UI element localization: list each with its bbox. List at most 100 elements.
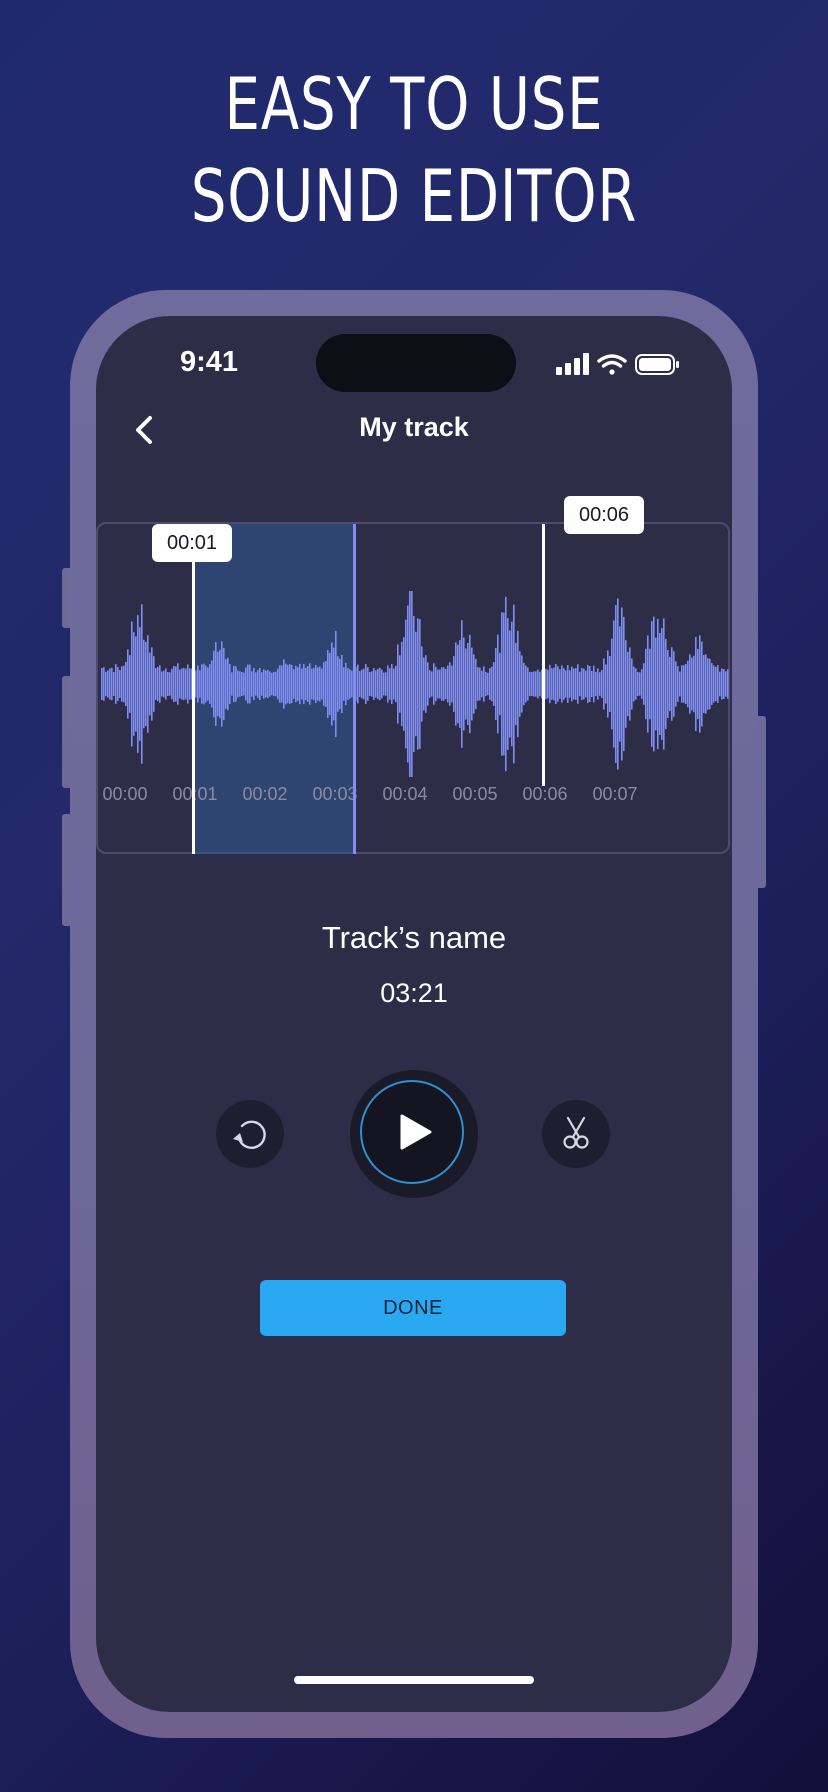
- wave-bar: [425, 655, 427, 713]
- wave-bar: [127, 649, 129, 719]
- wave-bar: [239, 671, 241, 697]
- headline-line-2: SOUND EDITOR: [190, 154, 638, 238]
- wave-bar: [595, 671, 597, 697]
- wave-bar: [487, 672, 489, 696]
- wave-bar: [403, 637, 405, 731]
- wave-bar: [463, 637, 465, 731]
- wave-bar: [205, 665, 207, 703]
- wave-bar: [417, 618, 419, 750]
- wave-bar: [563, 668, 565, 700]
- wave-bar: [423, 657, 425, 711]
- wave-bar: [179, 669, 181, 699]
- wave-bar: [427, 662, 429, 706]
- wave-bar: [715, 666, 717, 702]
- wave-bar: [437, 669, 439, 699]
- wave-bar: [575, 668, 577, 700]
- wave-bar: [115, 664, 117, 704]
- wave-bar: [665, 638, 667, 730]
- wave-bar: [481, 670, 483, 698]
- wave-bar: [465, 648, 467, 720]
- wave-bar: [569, 670, 571, 698]
- wave-bar: [173, 666, 175, 702]
- play-ring: [360, 1080, 464, 1184]
- wave-bar: [119, 670, 121, 698]
- cut-button[interactable]: [542, 1100, 610, 1168]
- wave-bar: [517, 630, 519, 738]
- wave-bar: [153, 656, 155, 712]
- timeline-label: 00:06: [522, 784, 567, 804]
- start-marker-line: [192, 554, 195, 854]
- battery-icon: [635, 354, 679, 375]
- play-button[interactable]: [350, 1070, 478, 1198]
- wave-bar: [279, 665, 281, 703]
- done-button[interactable]: DONE: [260, 1280, 566, 1336]
- wave-bar: [147, 635, 149, 733]
- wave-bar: [507, 618, 509, 750]
- wave-bar: [469, 634, 471, 734]
- wave-bar: [573, 668, 575, 700]
- wave-bar: [141, 604, 143, 764]
- wave-bar: [169, 672, 171, 696]
- wave-bar: [249, 664, 251, 704]
- wave-bar: [223, 648, 225, 720]
- start-marker-label[interactable]: 00:01: [152, 524, 232, 562]
- track-name: Track’s name: [321, 920, 507, 955]
- wave-bar: [441, 667, 443, 701]
- wave-bar: [181, 668, 183, 700]
- wave-bar: [359, 671, 361, 697]
- wave-bar: [443, 667, 445, 701]
- wave-bar: [247, 664, 249, 704]
- wave-bar: [657, 618, 659, 750]
- wave-bar: [201, 664, 203, 704]
- wave-bar: [389, 668, 391, 700]
- wave-bar: [637, 671, 639, 697]
- wave-bar: [277, 668, 279, 700]
- headline: EASY TO USE SOUND EDITOR: [91, 58, 737, 242]
- wave-bar: [411, 591, 413, 777]
- end-marker-label[interactable]: 00:06: [564, 496, 644, 534]
- wave-bar: [447, 665, 449, 703]
- wave-bar: [269, 671, 271, 697]
- wave-bar: [291, 664, 293, 704]
- wave-bar: [689, 654, 691, 714]
- wave-bar: [117, 666, 119, 702]
- wave-bar: [619, 626, 621, 742]
- wave-bar: [379, 667, 381, 701]
- wave-bar: [381, 669, 383, 699]
- wave-bar: [213, 650, 215, 718]
- wave-bar: [621, 607, 623, 761]
- wave-bar: [685, 663, 687, 705]
- wave-bar: [529, 671, 531, 697]
- wave-bar: [653, 616, 655, 752]
- wave-bar: [151, 647, 153, 721]
- wave-bar: [207, 667, 209, 701]
- wave-bar: [295, 665, 297, 703]
- wave-bar: [667, 649, 669, 719]
- wave-bar: [525, 665, 527, 703]
- waveform-svg[interactable]: 00:00 00:01 00:02 00:03 00:04 00:05 00:06 00:07: [98, 524, 730, 854]
- playhead: [353, 524, 356, 854]
- wave-bar: [719, 671, 721, 697]
- wave-bar: [321, 668, 323, 700]
- wave-bar: [211, 660, 213, 708]
- wave-bar: [651, 621, 653, 747]
- reset-button[interactable]: [216, 1100, 284, 1168]
- wave-bar: [361, 669, 363, 699]
- wave-bar: [659, 632, 661, 736]
- waveform-editor[interactable]: 00:00 00:01 00:02 00:03 00:04 00:05 00:06 00:07: [96, 522, 730, 854]
- wave-bar: [585, 670, 587, 698]
- undo-icon: [233, 1120, 266, 1149]
- wave-bar: [303, 663, 305, 705]
- wave-bar: [257, 670, 259, 698]
- wave-bar: [123, 665, 125, 703]
- wave-bar: [455, 642, 457, 726]
- timeline-label: 00:04: [382, 784, 427, 804]
- wave-bar: [611, 638, 613, 730]
- wave-bar: [615, 605, 617, 763]
- wave-bar: [555, 664, 557, 704]
- wave-bar: [421, 646, 423, 722]
- wave-bar: [505, 596, 507, 772]
- wave-bar: [237, 670, 239, 698]
- headline-line-1: EASY TO USE: [224, 62, 604, 146]
- wave-bar: [497, 634, 499, 734]
